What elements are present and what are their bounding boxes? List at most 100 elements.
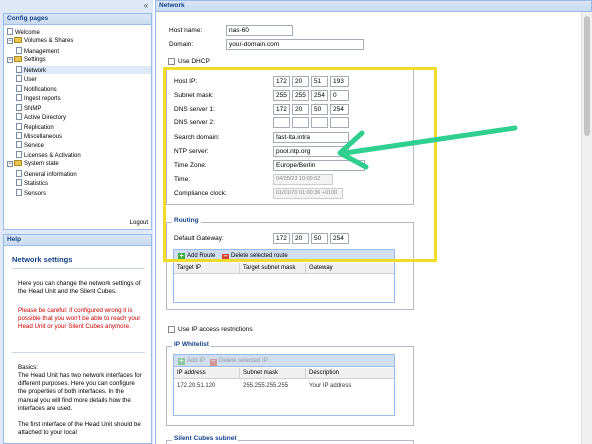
sidebar-item-network[interactable]: Network [16, 65, 151, 74]
sidebar-item-label: Welcome [15, 30, 40, 36]
add-route-button[interactable]: + Add Route [178, 252, 215, 260]
gateway-octet-4[interactable]: 254 [330, 233, 349, 244]
col-gateway[interactable]: Gateway [306, 263, 394, 273]
sidebar-item-label: Settings [24, 57, 46, 64]
whitelist-grid: + Add IP – Delete selected IP IP address S… [173, 354, 395, 416]
chevron-down-icon: ▾ [358, 162, 362, 168]
logout-button[interactable]: Logout [130, 220, 148, 226]
collapse-panel-icon[interactable]: « [140, 1, 152, 11]
dns1-label: DNS server 1: [174, 106, 215, 113]
search-domain-input[interactable]: fast-lta.intra [273, 132, 349, 143]
gateway-octet-1[interactable]: 172 [273, 233, 290, 244]
delete-icon: – [222, 253, 229, 261]
col-target-subnet[interactable]: Target subnet mask [240, 263, 306, 273]
sidebar-item-welcome[interactable]: Welcome [7, 28, 151, 36]
sidebar-item-management[interactable]: Management [16, 46, 151, 55]
collapse-icon[interactable]: − [7, 38, 13, 45]
subnet-octet-3[interactable]: 254 [311, 90, 328, 101]
dns2-octet-2[interactable] [292, 117, 309, 128]
left-panel: Config pages « Welcome − Volumes & Shares M… [0, 0, 153, 444]
ntp-server-input[interactable]: pool.ntp.org [273, 146, 349, 157]
main-scrollbar[interactable] [581, 12, 592, 444]
sidebar-item-replication[interactable]: Replication [16, 122, 151, 131]
timezone-select[interactable]: Europe/Berlin ▾ [273, 160, 365, 171]
col-description[interactable]: Description [306, 368, 394, 378]
timezone-label: Time Zone: [174, 162, 207, 169]
whitelist-toolbar: + Add IP – Delete selected IP [174, 355, 394, 367]
dns1-octet-2[interactable]: 20 [292, 104, 309, 115]
dns1-octet-3[interactable]: 50 [311, 104, 328, 115]
sidebar-item-volumes-shares[interactable]: − Volumes & Shares [7, 37, 151, 45]
collapse-icon[interactable]: − [7, 161, 13, 168]
page-icon [16, 84, 22, 92]
gateway-octet-2[interactable]: 20 [292, 233, 309, 244]
ip-restrictions-checkbox[interactable] [168, 326, 175, 333]
help-interface-text: The first interface of the Head Unit sho… [18, 421, 141, 437]
sidebar-item-label: Sensors [24, 190, 47, 197]
gateway-octet-3[interactable]: 50 [311, 233, 328, 244]
col-ip-address[interactable]: IP address [174, 368, 240, 378]
search-domain-label: Search domain: [174, 134, 220, 141]
delete-route-button[interactable]: – Delete selected route [222, 252, 288, 261]
page-icon [16, 169, 22, 177]
sidebar-item-system-state[interactable]: − System state [7, 160, 151, 168]
help-divider [12, 268, 145, 269]
host-name-input[interactable]: nas-60 [226, 25, 293, 36]
routes-grid: + Add Route – Delete selected route Target… [173, 249, 395, 303]
host-name-label: Host name: [169, 27, 203, 34]
page-icon [16, 94, 22, 102]
page-icon [16, 46, 22, 54]
page-icon [16, 131, 22, 139]
subnet-mask-label: Subnet mask: [174, 92, 214, 99]
sidebar-item-sensors[interactable]: Sensors [16, 188, 151, 197]
delete-icon: – [210, 358, 217, 366]
sidebar-item-snmp[interactable]: SNMP [16, 103, 151, 112]
sidebar-item-label: Ingest reports [24, 96, 61, 103]
delete-ip-label: Delete selected IP [219, 358, 268, 364]
sidebar-item-notifications[interactable]: Notifications [16, 84, 151, 93]
dns1-octet-1[interactable]: 172 [273, 104, 290, 115]
host-ip-octet-2[interactable]: 20 [292, 76, 309, 87]
scroll-thumb[interactable] [584, 16, 590, 136]
dns2-octet-4[interactable] [330, 117, 349, 128]
col-subnet-mask[interactable]: Subnet mask [240, 368, 306, 378]
sidebar-item-label: General information [24, 171, 77, 178]
sidebar-item-settings[interactable]: − Settings [7, 56, 151, 64]
sidebar-item-statistics[interactable]: Statistics [16, 179, 151, 187]
domain-input[interactable]: your-domain.com [226, 39, 364, 50]
sidebar-item-ingest-reports[interactable]: Ingest reports [16, 94, 151, 102]
sidebar-item-label: Miscellaneous [24, 133, 63, 140]
sidebar-item-service[interactable]: Service [16, 141, 151, 149]
sidebar-item-label: Licenses & Activation [24, 152, 81, 159]
subnet-octet-4[interactable]: 0 [330, 90, 349, 101]
host-ip-octet-4[interactable]: 193 [330, 76, 349, 87]
col-target-ip[interactable]: Target IP [174, 263, 240, 273]
page-icon [16, 141, 22, 149]
subnet-octet-1[interactable]: 255 [273, 90, 290, 101]
sidebar-item-user[interactable]: User [16, 75, 151, 83]
sidebar-item-miscellaneous[interactable]: Miscellaneous [16, 131, 151, 140]
sidebar-item-licenses-activation[interactable]: Licenses & Activation [16, 150, 151, 159]
help-intro: Here you can change the network settings… [18, 280, 141, 296]
add-ip-button[interactable]: + Add IP [178, 357, 205, 365]
help-basics-text: The Head Unit has two network interfaces… [18, 372, 142, 412]
whitelist-legend: IP Whitelist [172, 341, 211, 348]
table-row[interactable]: 172.20.51.120 255.255.255.255 Your IP ad… [174, 381, 394, 392]
host-ip-octet-1[interactable]: 172 [273, 76, 290, 87]
routes-grid-header: Target IP Target subnet mask Gateway [174, 263, 394, 274]
dns1-octet-4[interactable]: 254 [330, 104, 349, 115]
host-ip-octet-3[interactable]: 51 [311, 76, 328, 87]
add-icon: + [178, 253, 185, 260]
dns2-octet-1[interactable] [273, 117, 290, 128]
sidebar-item-active-directory[interactable]: Active Directory [16, 113, 151, 121]
config-tree: Welcome − Volumes & Shares Management − Setti… [3, 24, 152, 230]
subnet-octet-2[interactable]: 255 [292, 90, 309, 101]
collapse-icon[interactable]: − [7, 57, 13, 64]
host-ip-label: Host IP: [174, 78, 198, 85]
use-dhcp-checkbox[interactable] [168, 58, 175, 65]
domain-label: Domain: [169, 41, 194, 48]
sidebar-item-general-information[interactable]: General information [16, 169, 151, 178]
ip-restrictions-label: Use IP access restrictions [178, 326, 253, 333]
delete-ip-button[interactable]: – Delete selected IP [210, 357, 268, 366]
dns2-octet-3[interactable] [311, 117, 328, 128]
